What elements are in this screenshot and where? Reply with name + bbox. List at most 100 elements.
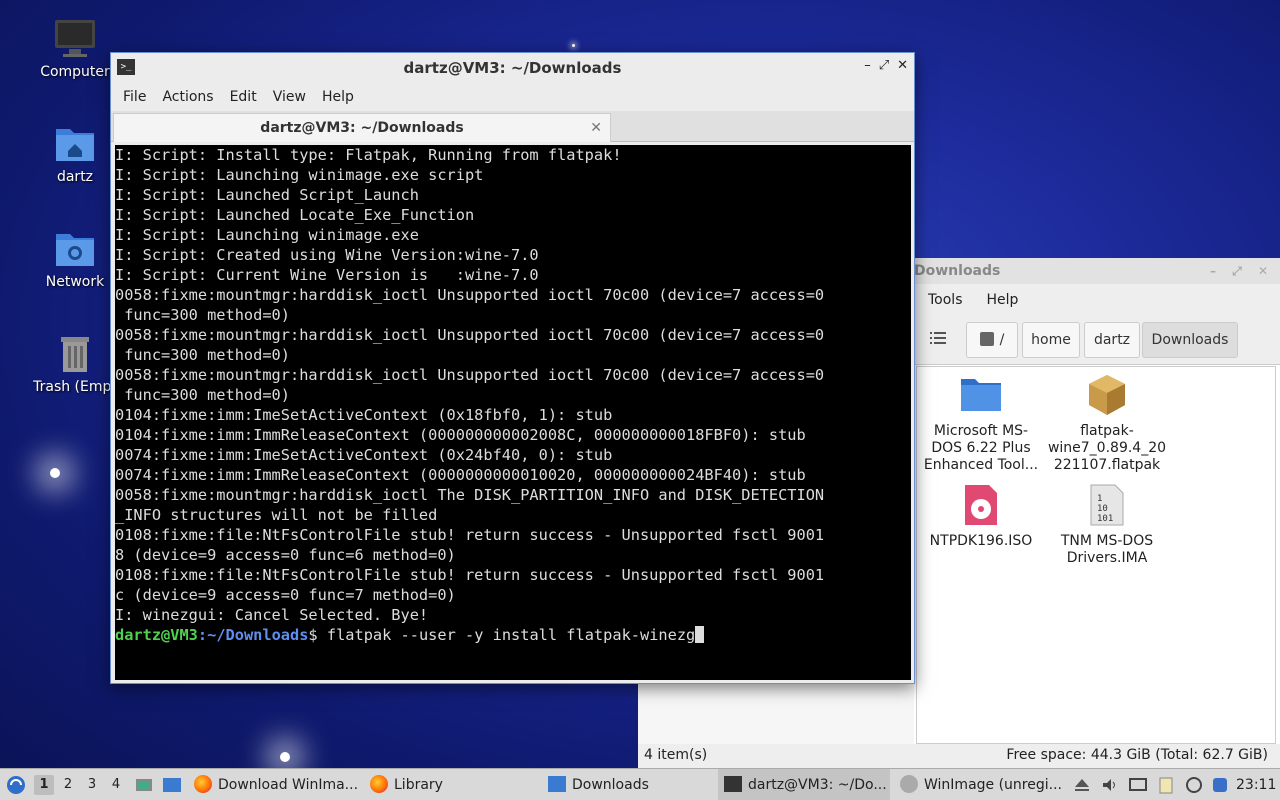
file-name: TNM MS-DOS: [1060, 533, 1154, 549]
task-firefox-library[interactable]: Library: [366, 769, 538, 800]
notification-icon[interactable]: [1210, 775, 1230, 795]
firefox-icon: [194, 775, 212, 793]
file-name: 221107.flatpak: [1053, 457, 1161, 473]
update-icon[interactable]: [1184, 775, 1204, 795]
terminal-line: func=300 method=0): [115, 346, 290, 364]
workspace-4[interactable]: 4: [106, 775, 126, 795]
svg-text:10: 10: [1097, 504, 1108, 514]
eject-icon[interactable]: [1072, 775, 1092, 795]
terminal-titlebar[interactable]: >_ dartz@VM3: ~/Downloads – ⤢ ✕: [111, 53, 914, 83]
prompt-path: ~/Downloads: [207, 626, 309, 644]
file-name: NTPDK196.ISO: [929, 533, 1033, 549]
terminal-icon: [724, 776, 742, 792]
volume-icon[interactable]: [1100, 775, 1120, 795]
maximize-icon[interactable]: ⤢: [879, 58, 889, 73]
status-item-count: 4 item(s): [644, 747, 708, 763]
file-manager-menubar: Tools Help: [914, 284, 1280, 316]
menu-edit[interactable]: Edit: [222, 89, 265, 105]
folder-icon: [959, 373, 1003, 417]
svg-text:1: 1: [1097, 494, 1102, 504]
terminal-line: I: Script: Launching winimage.exe: [115, 226, 419, 244]
workspace-2[interactable]: 2: [58, 775, 78, 795]
wine-icon: [900, 775, 918, 793]
tab-title: dartz@VM3: ~/Downloads: [260, 120, 464, 136]
wallpaper-star: [280, 752, 290, 762]
tab-close-icon[interactable]: ✕: [590, 114, 602, 142]
terminal-line: 8 (device=9 access=0 func=6 method=0): [115, 546, 456, 564]
terminal-line: I: Script: Created using Wine Version:wi…: [115, 246, 539, 264]
terminal-line: _INFO structures will not be filled: [115, 506, 438, 524]
terminal-line: 0104:fixme:imm:ImmReleaseContext (000000…: [115, 426, 806, 444]
show-desktop-icon[interactable]: [134, 775, 154, 795]
taskbar: 1 2 3 4 Download WinIma... Library Downl…: [0, 768, 1280, 800]
svg-text:101: 101: [1097, 514, 1113, 524]
file-manager-titlebar[interactable]: Downloads – ⤢ ✕: [914, 258, 1280, 284]
terminal-line: I: Script: Launched Locate_Exe_Function: [115, 206, 475, 224]
terminal-command: flatpak --user -y install flatpak-winezg: [326, 626, 696, 644]
clock[interactable]: 23:11: [1236, 769, 1280, 800]
terminal-window: >_ dartz@VM3: ~/Downloads – ⤢ ✕ File Act…: [110, 52, 915, 684]
crumb-dartz[interactable]: dartz: [1084, 322, 1140, 358]
terminal-line: 0104:fixme:imm:ImeSetActiveContext (0x18…: [115, 406, 613, 424]
package-icon: [1085, 373, 1129, 417]
menu-tools[interactable]: Tools: [920, 292, 971, 308]
wallpaper-star: [50, 468, 60, 478]
file-item[interactable]: NTPDK196.ISO: [919, 483, 1043, 550]
crumb-home[interactable]: home: [1022, 322, 1080, 358]
status-free-space: Free space: 44.3 GiB (Total: 62.7 GiB): [1006, 747, 1268, 763]
crumb-downloads[interactable]: Downloads: [1142, 322, 1238, 358]
list-view-icon[interactable]: [928, 328, 948, 348]
task-terminal[interactable]: dartz@VM3: ~/Do...: [718, 769, 890, 800]
wallpaper-star: [572, 44, 575, 47]
menu-file[interactable]: File: [115, 89, 154, 105]
display-icon[interactable]: [1128, 775, 1148, 795]
task-downloads[interactable]: Downloads: [542, 769, 714, 800]
minimize-icon[interactable]: –: [864, 58, 871, 73]
terminal-line: I: Script: Current Wine Version is :wine…: [115, 266, 539, 284]
window-title: dartz@VM3: ~/Downloads: [403, 59, 622, 77]
terminal-line: 0074:fixme:imm:ImeSetActiveContext (0x24…: [115, 446, 613, 464]
start-menu-button[interactable]: [4, 769, 28, 800]
terminal-output[interactable]: I: Script: Install type: Flatpak, Runnin…: [115, 145, 911, 680]
terminal-line: 0108:fixme:file:NtFsControlFile stub! re…: [115, 566, 825, 584]
terminal-prompt-line: dartz@VM3:~/Downloads$ flatpak --user -y…: [115, 625, 911, 645]
terminal-line: 0058:fixme:mountmgr:harddisk_ioctl The D…: [115, 486, 825, 504]
task-firefox-winimage[interactable]: Download WinIma...: [190, 769, 362, 800]
terminal-tab[interactable]: dartz@VM3: ~/Downloads ✕: [113, 113, 611, 142]
menu-view[interactable]: View: [265, 89, 314, 105]
file-item[interactable]: 1 10 101 TNM MS-DOS Drivers.IMA: [1045, 483, 1169, 567]
file-item[interactable]: flatpak- wine7_0.89.4_20 221107.flatpak: [1045, 373, 1169, 474]
window-controls[interactable]: – ⤢ ✕: [1210, 258, 1274, 284]
workspace-1[interactable]: 1: [34, 775, 54, 795]
terminal-line: I: Script: Launched Script_Launch: [115, 186, 419, 204]
path-bar: / home dartz Downloads: [914, 316, 1280, 365]
terminal-line: 0058:fixme:mountmgr:harddisk_ioctl Unsup…: [115, 366, 825, 384]
terminal-line: I: Script: Launching winimage.exe script: [115, 166, 484, 184]
terminal-line: I: Script: Install type: Flatpak, Runnin…: [115, 146, 622, 164]
close-icon[interactable]: ✕: [897, 58, 908, 73]
clipboard-icon[interactable]: [1156, 775, 1176, 795]
menu-help[interactable]: Help: [979, 292, 1027, 308]
home-folder-icon: [53, 121, 97, 165]
file-name: Enhanced Tool...: [923, 457, 1039, 473]
binary-file-icon: 1 10 101: [1085, 483, 1129, 527]
workspace-3[interactable]: 3: [82, 775, 102, 795]
crumb-root[interactable]: /: [966, 322, 1018, 358]
terminal-line: I: winezgui: Cancel Selected. Bye!: [115, 606, 429, 624]
folder-icon: [548, 776, 566, 792]
menu-help[interactable]: Help: [314, 89, 362, 105]
terminal-line: 0058:fixme:mountmgr:harddisk_ioctl Unsup…: [115, 326, 825, 344]
terminal-tabbar: dartz@VM3: ~/Downloads ✕: [111, 111, 914, 142]
terminal-line: func=300 method=0): [115, 386, 290, 404]
file-manager-launcher-icon[interactable]: [162, 775, 182, 795]
drive-icon: [979, 332, 994, 346]
file-view: Microsoft MS- DOS 6.22 Plus Enhanced Too…: [916, 366, 1276, 744]
terminal-line: c (device=9 access=0 func=7 method=0): [115, 586, 456, 604]
disc-image-icon: [959, 483, 1003, 527]
menu-actions[interactable]: Actions: [154, 89, 221, 105]
task-winimage[interactable]: WinImage (unregi...: [894, 769, 1066, 800]
status-bar: 4 item(s) Free space: 44.3 GiB (Total: 6…: [638, 744, 1280, 768]
prompt-user: dartz@VM3: [115, 626, 198, 644]
file-item[interactable]: Microsoft MS- DOS 6.22 Plus Enhanced Too…: [919, 373, 1043, 474]
file-name: Drivers.IMA: [1066, 550, 1148, 566]
